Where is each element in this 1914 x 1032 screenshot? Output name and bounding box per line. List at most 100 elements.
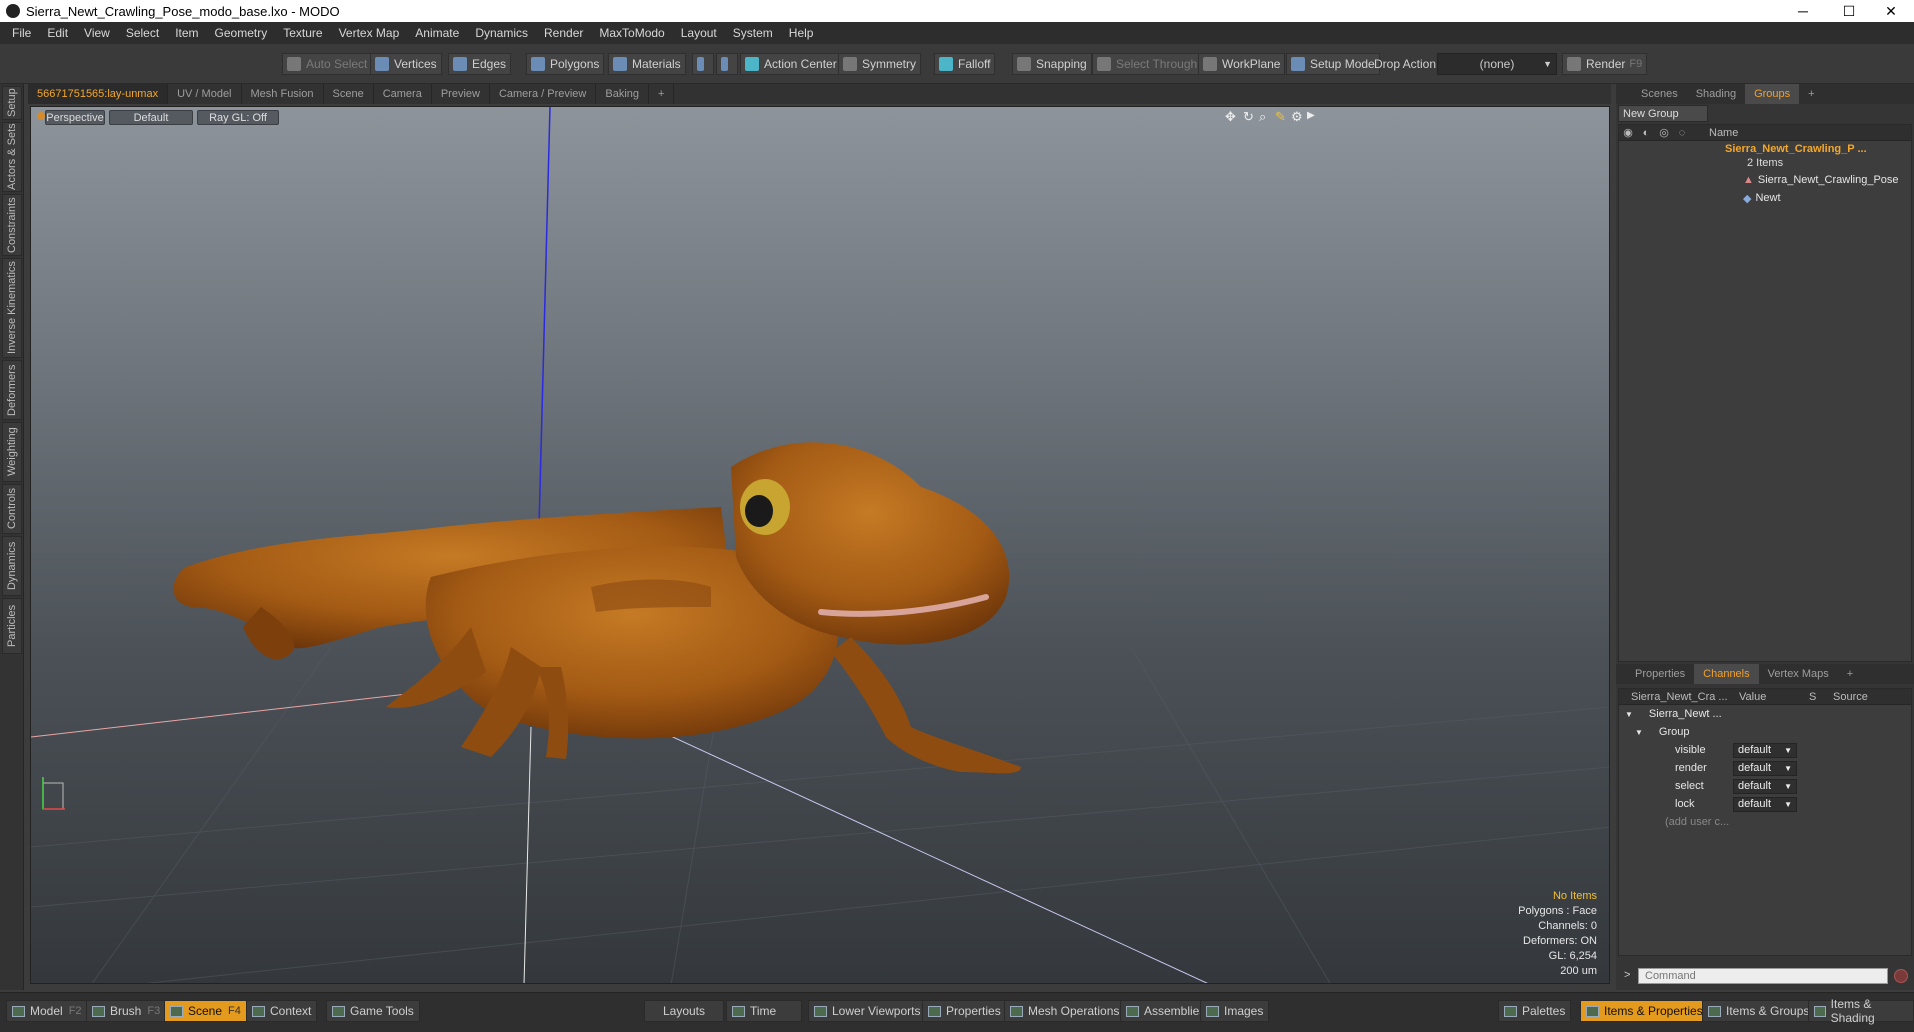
action-center-button[interactable]: Action Center (740, 53, 842, 75)
items-properties-button[interactable]: Items & Properties (1580, 1000, 1709, 1022)
tab-inverse-kinematics[interactable]: Inverse Kinematics (2, 258, 22, 358)
menu-maxtomodo[interactable]: MaxToModo (591, 26, 672, 40)
tab-constraints[interactable]: Constraints (2, 194, 22, 256)
viewport-menu-icon[interactable] (37, 112, 45, 120)
lower-viewports-button[interactable]: Lower Viewports (808, 1000, 927, 1022)
tab-layout-unmax[interactable]: 56671751565:lay-unmax (28, 84, 169, 104)
falloff-button[interactable]: Falloff (934, 53, 996, 75)
time-button[interactable]: Time (726, 1000, 802, 1022)
tab-mesh-fusion[interactable]: Mesh Fusion (242, 84, 324, 104)
tab-scenes[interactable]: Scenes (1632, 84, 1687, 104)
menu-texture[interactable]: Texture (275, 26, 330, 40)
symmetry-button[interactable]: Symmetry (838, 53, 921, 75)
lock-value-select[interactable]: default ▼ (1733, 796, 1797, 812)
command-input[interactable]: Command (1638, 968, 1888, 984)
materials-button[interactable]: Materials (608, 53, 686, 75)
mesh-operations-button[interactable]: Mesh Operations (1004, 1000, 1126, 1022)
maximize-button[interactable]: ☐ (1826, 0, 1872, 22)
model-layout-button[interactable]: Model F2 (6, 1000, 88, 1022)
rotate-icon[interactable]: ↻ (1243, 109, 1254, 125)
channel-select-row[interactable]: select default ▼ (1619, 777, 1911, 795)
drop-action-select[interactable]: (none) ▼ (1437, 53, 1557, 75)
shading-default-button[interactable]: Default (109, 110, 193, 125)
expand-icon[interactable]: ▼ (1635, 728, 1643, 737)
vertices-button[interactable]: Vertices (370, 53, 442, 75)
zoom-icon[interactable]: ⌕ (1259, 109, 1266, 125)
properties-button[interactable]: Properties (922, 1000, 1007, 1022)
add-tab-button[interactable]: + (649, 84, 675, 104)
viewport-expand-icon[interactable]: ▶ (1307, 110, 1315, 121)
fit-icon[interactable]: ✎ (1275, 109, 1286, 125)
group-child-mesh[interactable]: ▲ Sierra_Newt_Crawling_Pose (1619, 171, 1911, 189)
menu-item[interactable]: Item (167, 26, 206, 40)
snapping-button[interactable]: Snapping (1012, 53, 1092, 75)
items-groups-button[interactable]: Items & Groups (1702, 1000, 1816, 1022)
channel-render-row[interactable]: render default ▼ (1619, 759, 1911, 777)
add-panel-tab-button[interactable]: + (1799, 84, 1823, 104)
minimize-button[interactable]: ─ (1780, 0, 1826, 22)
render-value-select[interactable]: default ▼ (1733, 760, 1797, 776)
menu-render[interactable]: Render (536, 26, 591, 40)
tab-actors-sets[interactable]: Actors & Sets (2, 122, 22, 192)
pan-icon[interactable]: ✥ (1225, 109, 1236, 125)
add-channel-tab-button[interactable]: + (1838, 664, 1862, 684)
tab-shading[interactable]: Shading (1687, 84, 1745, 104)
tab-scene[interactable]: Scene (324, 84, 374, 104)
command-stop-icon[interactable] (1894, 969, 1908, 983)
tab-preview[interactable]: Preview (432, 84, 490, 104)
assemblies-button[interactable]: Assemblies (1120, 1000, 1212, 1022)
menu-layout[interactable]: Layout (673, 26, 725, 40)
channel-lock-row[interactable]: lock default ▼ (1619, 795, 1911, 813)
3d-viewport[interactable]: Perspective Default Ray GL: Off ✥ ↻ ⌕ ✎ … (30, 106, 1610, 984)
layouts-button[interactable]: Layouts (644, 1000, 724, 1022)
tab-uv-model[interactable]: UV / Model (168, 84, 242, 104)
auto-select-button[interactable]: Auto Select (282, 53, 373, 75)
menu-dynamics[interactable]: Dynamics (467, 26, 536, 40)
menu-help[interactable]: Help (781, 26, 822, 40)
setup-mode-button[interactable]: Setup Mode (1286, 53, 1380, 75)
tab-camera[interactable]: Camera (374, 84, 432, 104)
tab-properties[interactable]: Properties (1626, 664, 1694, 684)
select-through-button[interactable]: Select Through (1092, 53, 1203, 75)
menu-animate[interactable]: Animate (407, 26, 467, 40)
group-row[interactable]: Sierra_Newt_Crawling_P ... 2 Items (1619, 141, 1911, 171)
scene-layout-button[interactable]: Scene F4 (164, 1000, 247, 1022)
channel-group-row[interactable]: ▼ Group (1619, 723, 1911, 741)
channel-root-row[interactable]: ▼ Sierra_Newt ... (1619, 705, 1911, 723)
menu-view[interactable]: View (76, 26, 118, 40)
tab-setup[interactable]: Setup (2, 86, 22, 120)
tab-channels[interactable]: Channels (1694, 664, 1759, 684)
render-toggle-icon[interactable]: ◐ (1637, 127, 1655, 139)
menu-system[interactable]: System (725, 26, 781, 40)
channel-visible-row[interactable]: visible default ▼ (1619, 741, 1911, 759)
perspective-button[interactable]: Perspective (45, 110, 105, 125)
viewport-gear-icon[interactable]: ⚙ (1291, 109, 1303, 125)
lock-icon[interactable]: ◎ (1655, 126, 1673, 139)
select-toggle-icon[interactable]: ◌ (1673, 127, 1691, 139)
menu-vertex-map[interactable]: Vertex Map (331, 26, 408, 40)
menu-geometry[interactable]: Geometry (207, 26, 276, 40)
tab-vertex-maps[interactable]: Vertex Maps (1759, 664, 1838, 684)
tab-particles[interactable]: Particles (2, 598, 22, 654)
polygons-button[interactable]: Polygons (526, 53, 605, 75)
group-child-newt[interactable]: ◆ Newt (1619, 189, 1911, 207)
tab-baking[interactable]: Baking (596, 84, 650, 104)
palettes-button[interactable]: Palettes (1498, 1000, 1572, 1022)
close-button[interactable]: ✕ (1868, 0, 1914, 22)
element-mode-a-button[interactable] (692, 53, 714, 75)
menu-edit[interactable]: Edit (39, 26, 76, 40)
new-group-button[interactable]: New Group (1618, 105, 1708, 122)
context-layout-button[interactable]: Context (246, 1000, 318, 1022)
add-user-channel-row[interactable]: (add user c... (1619, 813, 1911, 831)
render-button[interactable]: Render F9 (1562, 53, 1648, 75)
element-mode-b-button[interactable] (716, 53, 738, 75)
game-tools-layout-button[interactable]: Game Tools (326, 1000, 420, 1022)
menu-file[interactable]: File (4, 26, 39, 40)
newt-model[interactable] (173, 442, 1022, 774)
menu-select[interactable]: Select (118, 26, 167, 40)
edges-button[interactable]: Edges (448, 53, 512, 75)
tab-camera-preview[interactable]: Camera / Preview (490, 84, 597, 104)
select-value-select[interactable]: default ▼ (1733, 778, 1797, 794)
tab-dynamics[interactable]: Dynamics (2, 536, 22, 596)
tab-groups[interactable]: Groups (1745, 84, 1800, 104)
